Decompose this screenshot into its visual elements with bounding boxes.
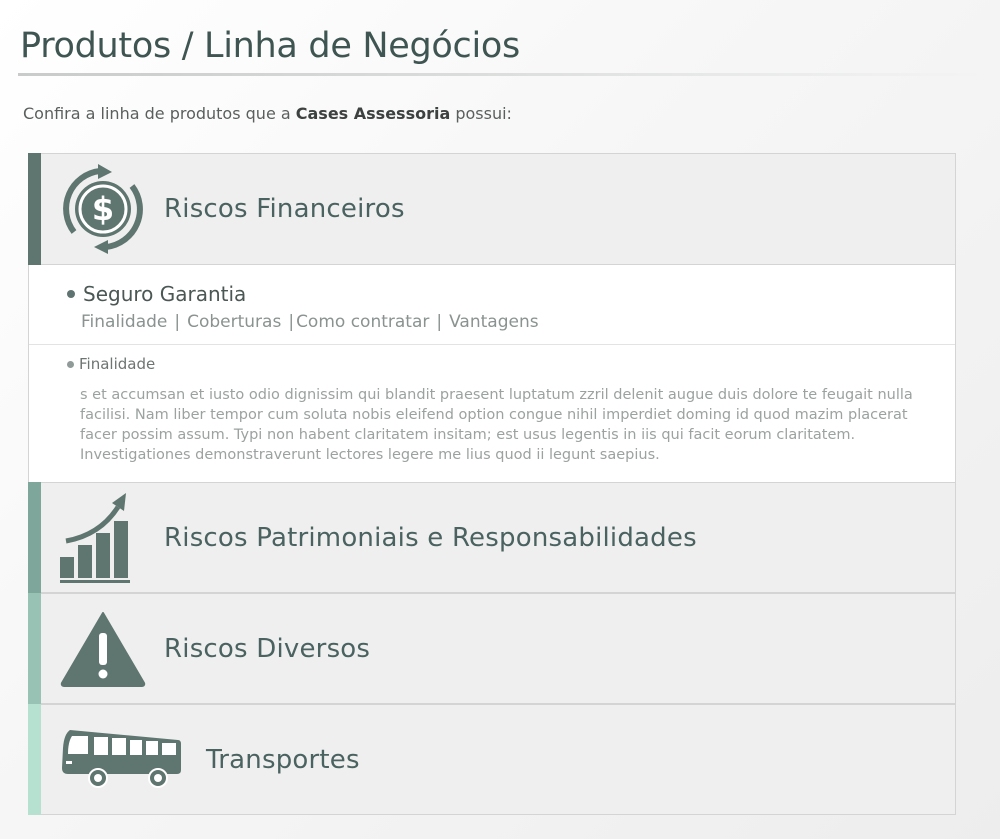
category-accent-bar xyxy=(28,704,41,815)
product-detail: Finalidade s et accumsan et iusto odio d… xyxy=(29,345,955,482)
category-accent-bar xyxy=(28,482,41,593)
detail-text: s et accumsan et iusto odio dignissim qu… xyxy=(80,387,913,463)
detail-title-text: Finalidade xyxy=(79,355,156,373)
link-finalidade[interactable]: Finalidade xyxy=(81,312,167,332)
category-label: Riscos Patrimoniais e Responsabilidades xyxy=(164,522,697,553)
product-title-text: Seguro Garantia xyxy=(83,282,247,306)
bullet-icon xyxy=(67,360,74,368)
category-accent-bar xyxy=(28,593,41,704)
dollar-cycle-icon: $ xyxy=(60,154,146,264)
category-header-riscos-diversos[interactable]: Riscos Diversos xyxy=(28,593,956,704)
product-title[interactable]: Seguro Garantia xyxy=(67,282,246,306)
category-label: Riscos Diversos xyxy=(164,633,371,664)
category-label: Riscos Financeiros xyxy=(164,194,405,224)
products-accordion: $ Riscos Financeiros Seguro Garantia Fin… xyxy=(28,153,956,815)
category-content-riscos-financeiros: Seguro Garantia Finalidade | Coberturas … xyxy=(28,265,956,482)
link-coberturas[interactable]: Coberturas xyxy=(187,312,281,332)
link-separator: | xyxy=(174,312,181,332)
category-header-riscos-patrimoniais[interactable]: Riscos Patrimoniais e Responsabilidades xyxy=(28,482,956,593)
link-separator: | xyxy=(436,312,443,332)
title-divider xyxy=(18,73,990,76)
product-item-seguro-garantia: Seguro Garantia Finalidade | Coberturas … xyxy=(29,265,955,345)
category-header-riscos-financeiros[interactable]: $ Riscos Financeiros xyxy=(28,153,956,265)
bullet-icon xyxy=(67,290,75,298)
link-separator: | xyxy=(288,312,295,332)
svg-text:$: $ xyxy=(92,190,114,228)
intro-suffix: possui: xyxy=(450,104,512,123)
intro-text: Confira a linha de produtos que a Cases … xyxy=(23,104,512,123)
intro-company: Cases Assessoria xyxy=(295,104,451,123)
link-como-contratar[interactable]: Como contratar xyxy=(296,312,429,332)
category-header-transportes[interactable]: Transportes xyxy=(28,704,956,815)
link-vantagens[interactable]: Vantagens xyxy=(449,312,538,332)
intro-prefix: Confira a linha de produtos que a xyxy=(23,104,296,123)
bus-icon xyxy=(60,705,184,814)
product-links: Finalidade | Coberturas | Como contratar… xyxy=(81,312,539,332)
detail-title: Finalidade xyxy=(67,355,155,373)
warning-icon xyxy=(60,594,146,703)
growth-chart-icon xyxy=(60,483,134,592)
page-title: Produtos / Linha de Negócios xyxy=(20,26,520,66)
category-label: Transportes xyxy=(206,744,360,775)
category-accent-bar xyxy=(28,153,41,265)
